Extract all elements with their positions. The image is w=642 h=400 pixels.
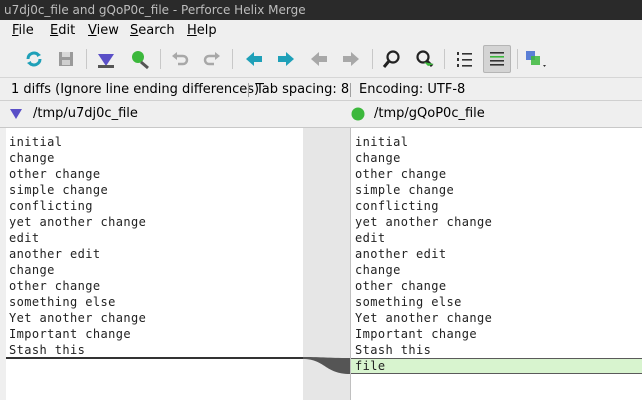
left-text-line[interactable]: Yet another change xyxy=(9,310,146,326)
right-text-line[interactable]: another edit xyxy=(355,246,447,262)
layout-button[interactable] xyxy=(522,45,550,73)
refresh-button[interactable] xyxy=(20,45,48,73)
menu-edit[interactable]: Edit xyxy=(50,20,75,41)
diff-highlight-row xyxy=(351,358,642,374)
find-button[interactable] xyxy=(378,45,406,73)
find-diff-icon xyxy=(416,50,434,68)
window-title: u7dj0c_file and gQoP0c_file - Perforce H… xyxy=(0,0,642,20)
right-text-line[interactable]: simple change xyxy=(355,182,454,198)
next-conflict-icon xyxy=(343,52,359,66)
right-text-line[interactable]: Important change xyxy=(355,326,477,342)
menu-help-label: elp xyxy=(196,23,217,38)
prev-conflict-icon xyxy=(311,52,327,66)
diff-connector xyxy=(303,357,350,374)
right-text-line[interactable]: something else xyxy=(355,294,462,310)
line-numbers-button[interactable] xyxy=(450,45,478,73)
left-text-line[interactable]: Important change xyxy=(9,326,131,342)
status-divider xyxy=(248,83,249,97)
left-text-line[interactable]: change xyxy=(9,150,55,166)
menu-search[interactable]: Search xyxy=(130,20,175,41)
right-file-header: /tmp/gQoP0c_file xyxy=(340,102,640,126)
show-whitespace-button[interactable] xyxy=(483,45,511,73)
right-text-line[interactable]: file xyxy=(355,358,386,374)
left-text-line[interactable]: another edit xyxy=(9,246,101,262)
left-text-line[interactable]: other change xyxy=(9,166,101,182)
encoding-status[interactable]: Encoding: UTF-8 xyxy=(359,79,465,101)
find-icon xyxy=(382,50,400,68)
right-text-line[interactable]: Yet another change xyxy=(355,310,492,326)
toolbar-separator xyxy=(517,49,518,69)
find-diff-button[interactable] xyxy=(410,45,438,73)
menu-edit-mnemonic: E xyxy=(50,23,59,38)
right-text-line[interactable]: other change xyxy=(355,278,447,294)
diff-gutter xyxy=(303,128,350,400)
menu-help-mnemonic: H xyxy=(187,23,197,38)
right-diff-button[interactable] xyxy=(126,45,154,73)
right-text-line[interactable]: edit xyxy=(355,230,386,246)
menu-edit-label: dit xyxy=(58,23,76,38)
right-text-line[interactable]: change xyxy=(355,150,401,166)
left-text-line[interactable]: initial xyxy=(9,134,62,150)
right-diff-icon xyxy=(132,51,149,70)
right-text-line[interactable]: conflicting xyxy=(355,198,439,214)
right-text-line[interactable]: Stash this xyxy=(355,342,431,358)
status-divider xyxy=(350,83,351,97)
next-diff-button[interactable] xyxy=(272,45,300,73)
menu-view-label: iew xyxy=(96,23,119,38)
toolbar-separator xyxy=(232,49,233,69)
menu-search-label: earch xyxy=(138,23,175,38)
menu-help[interactable]: Help xyxy=(187,20,217,41)
next-conflict-button[interactable] xyxy=(337,45,365,73)
left-diff-icon xyxy=(98,54,114,68)
undo-button[interactable] xyxy=(166,45,194,73)
diff-count-status: 1 diffs (Ignore line ending differences) xyxy=(11,82,260,97)
left-text-line[interactable]: something else xyxy=(9,294,116,310)
left-file-marker-icon xyxy=(10,109,22,119)
right-text-line[interactable]: change xyxy=(355,262,401,278)
toolbar-separator xyxy=(160,49,161,69)
left-text-line[interactable]: conflicting xyxy=(9,198,93,214)
right-file-path: /tmp/gQoP0c_file xyxy=(374,106,485,121)
menu-view[interactable]: View xyxy=(88,20,119,41)
tab-spacing-status[interactable]: Tab spacing: 8 xyxy=(256,79,349,101)
left-file-path: /tmp/u7dj0c_file xyxy=(33,106,138,121)
redo-icon xyxy=(203,52,220,66)
right-text-pane[interactable]: initial change other change simple change co… xyxy=(350,128,642,400)
left-file-header: /tmp/u7dj0c_file xyxy=(0,102,320,126)
prev-conflict-button[interactable] xyxy=(305,45,333,73)
left-text-pane[interactable]: initial change other change simple change co… xyxy=(6,128,303,400)
left-text-line[interactable]: other change xyxy=(9,278,101,294)
status-bar: 1 diffs (Ignore line ending differences)… xyxy=(0,79,642,101)
next-diff-icon xyxy=(278,52,294,66)
right-file-marker-icon xyxy=(351,107,365,121)
toolbar-separator xyxy=(444,49,445,69)
prev-diff-button[interactable] xyxy=(240,45,268,73)
show-whitespace-icon xyxy=(490,52,504,66)
toolbar-separator xyxy=(372,49,373,69)
left-text-line[interactable]: change xyxy=(9,262,55,278)
toolbar-separator xyxy=(86,49,87,69)
left-text-line[interactable]: simple change xyxy=(9,182,108,198)
right-text-line[interactable]: initial xyxy=(355,134,408,150)
prev-diff-icon xyxy=(246,52,262,66)
menu-file-label: ile xyxy=(18,23,34,38)
left-diff-button[interactable] xyxy=(92,45,120,73)
right-text-line[interactable]: other change xyxy=(355,166,447,182)
undo-icon xyxy=(172,52,189,66)
left-text-line[interactable]: edit xyxy=(9,230,40,246)
refresh-icon xyxy=(26,51,42,67)
left-text-line[interactable]: Stash this xyxy=(9,342,85,358)
layout-icon xyxy=(526,51,546,67)
left-text-line[interactable]: yet another change xyxy=(9,214,146,230)
menu-bar: File Edit View Search Help xyxy=(0,20,642,41)
redo-button[interactable] xyxy=(198,45,226,73)
menu-file[interactable]: File xyxy=(12,20,34,41)
toolbar xyxy=(0,41,642,78)
save-button[interactable] xyxy=(52,45,80,73)
line-numbers-icon xyxy=(457,52,472,67)
save-icon xyxy=(59,52,73,66)
menu-view-mnemonic: V xyxy=(88,23,97,38)
right-text-line[interactable]: yet another change xyxy=(355,214,492,230)
